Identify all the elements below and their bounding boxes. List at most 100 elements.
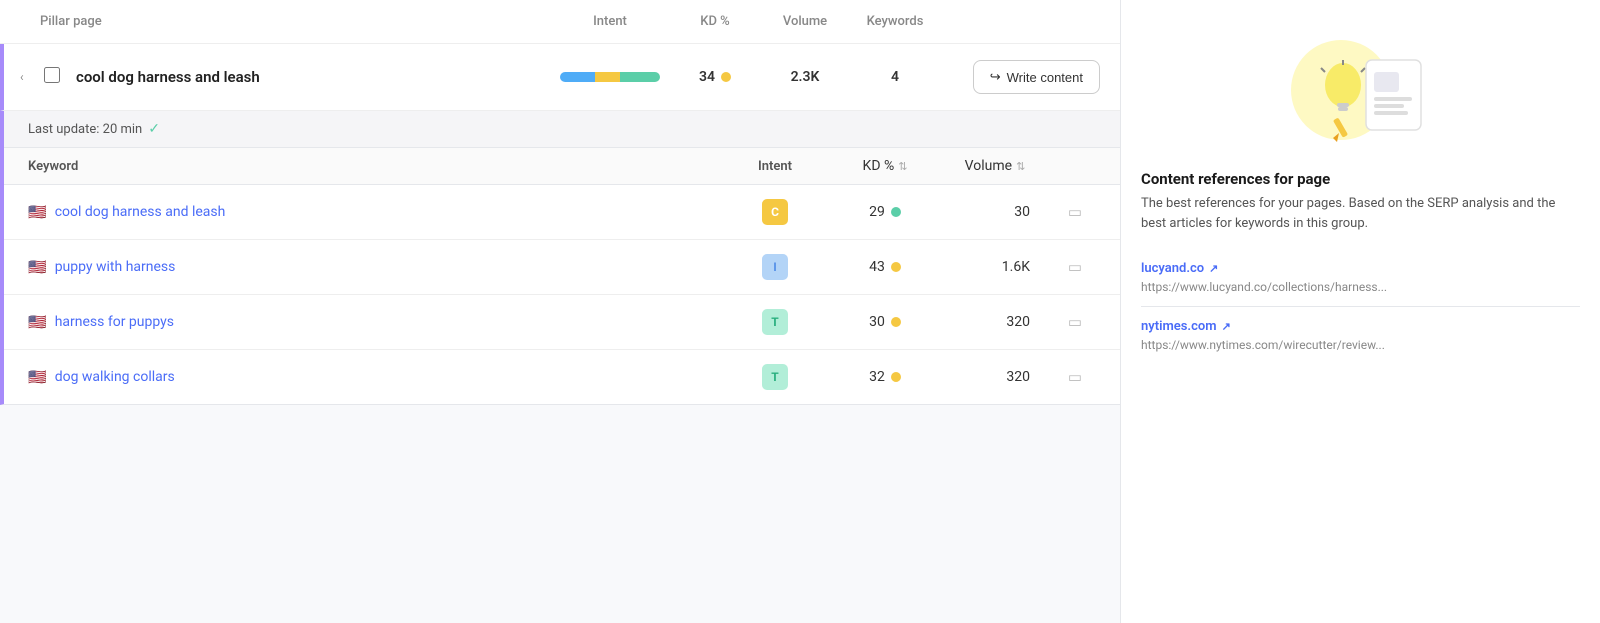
flag-icon: 🇺🇸 (28, 203, 47, 221)
last-update-bar: Last update: 20 min ✓ (4, 111, 1120, 148)
pillar-kd-value: 34 (699, 69, 715, 85)
illustration-wrap (1281, 30, 1441, 150)
last-update-text: Last update: 20 min (28, 122, 142, 137)
keyword-intent-cell: C (720, 199, 830, 225)
keyword-row: 🇺🇸 puppy with harness I 43 1.6K ▭ (4, 240, 1120, 295)
copy-icon[interactable]: ▭ (1068, 368, 1082, 386)
write-content-button[interactable]: ↪ Write content (973, 60, 1100, 94)
ref-domain-link[interactable]: lucyand.co ↗ (1141, 261, 1580, 276)
volume-filter-icon[interactable]: ⇅ (1016, 160, 1025, 173)
keyword-intent-cell: T (720, 364, 830, 390)
ref-domain-link[interactable]: nytimes.com ↗ (1141, 319, 1580, 334)
external-link-icon: ↗ (1222, 320, 1231, 333)
intent-seg-yellow (595, 72, 620, 82)
copy-icon[interactable]: ▭ (1068, 203, 1082, 221)
keyword-kd-cell: 29 (830, 204, 940, 220)
kd-dot (891, 372, 901, 382)
flag-icon: 🇺🇸 (28, 258, 47, 276)
intent-seg-green (620, 72, 660, 82)
keyword-intent-cell: I (720, 254, 830, 280)
ref-items: lucyand.co ↗ https://www.lucyand.co/coll… (1141, 249, 1580, 364)
keyword-volume-cell: 1.6K (940, 259, 1050, 275)
pillar-kd-dot (721, 72, 731, 82)
kd-dot (891, 262, 901, 272)
kd-value: 43 (869, 259, 885, 275)
intent-segments (560, 72, 660, 82)
keyword-link[interactable]: harness for puppys (55, 314, 174, 330)
pillar-keywords-count: 4 (891, 69, 899, 85)
flag-icon: 🇺🇸 (28, 313, 47, 331)
intent-badge: C (762, 199, 788, 225)
pillar-checkbox[interactable] (44, 67, 60, 83)
sub-table-header: Keyword Intent KD % ⇅ Volume ⇅ (4, 148, 1120, 185)
sub-header-keyword: Keyword (28, 159, 720, 174)
ref-domain-text: nytimes.com (1141, 319, 1217, 334)
pillar-volume-value: 2.3K (791, 69, 820, 85)
kd-dot (891, 207, 901, 217)
pillar-title: cool dog harness and leash (76, 68, 550, 86)
expanded-panel: Last update: 20 min ✓ Keyword Intent KD … (0, 111, 1120, 405)
sub-header-kd: KD % (863, 158, 895, 174)
keyword-text-wrap: puppy with harness (55, 259, 720, 275)
volume-value: 320 (1006, 314, 1030, 330)
header-pillar-label: Pillar page (40, 14, 550, 29)
keyword-link[interactable]: cool dog harness and leash (55, 204, 226, 220)
keyword-rows: 🇺🇸 cool dog harness and leash C 29 30 ▭ … (4, 185, 1120, 404)
keyword-action-cell: ▭ (1050, 313, 1100, 331)
right-panel: Content references for page The best ref… (1120, 0, 1600, 623)
ref-item: lucyand.co ↗ https://www.lucyand.co/coll… (1141, 249, 1580, 306)
keyword-kd-cell: 32 (830, 369, 940, 385)
copy-icon[interactable]: ▭ (1068, 258, 1082, 276)
kd-dot (891, 317, 901, 327)
keyword-kd-cell: 43 (830, 259, 940, 275)
keyword-text-wrap: harness for puppys (55, 314, 720, 330)
volume-value: 320 (1006, 369, 1030, 385)
keyword-text-wrap: cool dog harness and leash (55, 204, 720, 220)
kd-value: 30 (869, 314, 885, 330)
volume-value: 30 (1014, 204, 1030, 220)
pillar-keywords-cell: 4 (850, 69, 940, 85)
write-content-label: Write content (1007, 70, 1083, 85)
content-ref-title: Content references for page (1141, 170, 1580, 188)
illustration-svg (1281, 30, 1441, 150)
kd-filter-icon[interactable]: ⇅ (898, 160, 907, 173)
keyword-link[interactable]: puppy with harness (55, 259, 176, 275)
kd-value: 29 (869, 204, 885, 220)
header-keywords-label: Keywords (850, 14, 940, 29)
pillar-action-cell: ↪ Write content (940, 60, 1100, 94)
sub-header-volume: Volume (965, 158, 1012, 174)
main-area: Pillar page Intent KD % Volume Keywords … (0, 0, 1120, 623)
pillar-volume-cell: 2.3K (760, 69, 850, 85)
intent-bar (550, 72, 670, 82)
copy-icon[interactable]: ▭ (1068, 313, 1082, 331)
content-ref-section: Content references for page The best ref… (1121, 170, 1600, 384)
volume-value: 1.6K (1002, 259, 1030, 275)
keyword-link[interactable]: dog walking collars (55, 369, 175, 385)
keyword-volume-cell: 320 (940, 369, 1050, 385)
check-icon: ✓ (148, 121, 160, 137)
ref-url: https://www.nytimes.com/wirecutter/revie… (1141, 338, 1580, 352)
header-intent-label: Intent (550, 14, 670, 29)
ref-item: nytimes.com ↗ https://www.nytimes.com/wi… (1141, 306, 1580, 364)
sub-header-intent: Intent (720, 159, 830, 174)
intent-badge: I (762, 254, 788, 280)
content-ref-desc: The best references for your pages. Base… (1141, 194, 1580, 233)
ref-url: https://www.lucyand.co/collections/harne… (1141, 280, 1580, 294)
keyword-text-wrap: dog walking collars (55, 369, 720, 385)
expand-chevron[interactable]: ‹ (20, 70, 44, 84)
kd-value: 32 (869, 369, 885, 385)
header-kd-label: KD % (670, 14, 760, 29)
keyword-row: 🇺🇸 dog walking collars T 32 320 ▭ (4, 350, 1120, 404)
flag-icon: 🇺🇸 (28, 368, 47, 386)
keyword-volume-cell: 30 (940, 204, 1050, 220)
page-wrapper: Pillar page Intent KD % Volume Keywords … (0, 0, 1600, 623)
keyword-action-cell: ▭ (1050, 368, 1100, 386)
illustration-area (1121, 0, 1600, 170)
keyword-row: 🇺🇸 harness for puppys T 30 320 ▭ (4, 295, 1120, 350)
keyword-kd-cell: 30 (830, 314, 940, 330)
keyword-row: 🇺🇸 cool dog harness and leash C 29 30 ▭ (4, 185, 1120, 240)
keyword-action-cell: ▭ (1050, 258, 1100, 276)
keyword-intent-cell: T (720, 309, 830, 335)
pillar-kd-cell: 34 (670, 69, 760, 85)
pillar-checkbox-wrap[interactable] (44, 67, 68, 87)
